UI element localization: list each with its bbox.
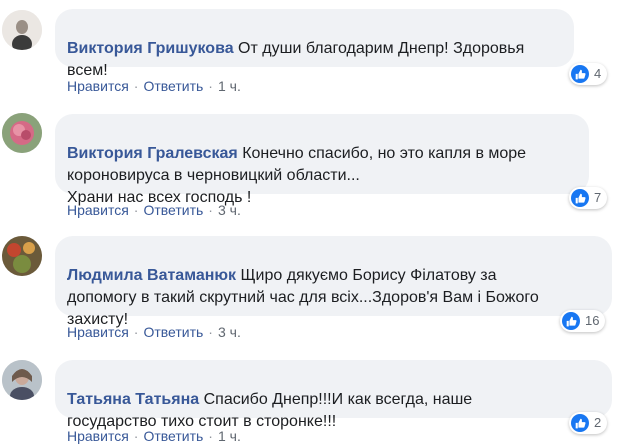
reply-link[interactable]: Ответить xyxy=(143,78,203,94)
separator: · xyxy=(133,202,139,218)
comment-time[interactable]: 1 ч. xyxy=(218,428,241,444)
like-reaction-icon xyxy=(571,65,589,83)
comment-bubble: Людмила Ватаманюк Щиро дякуємо Борису Фі… xyxy=(55,236,612,328)
avatar-photo-icon xyxy=(2,113,42,153)
reaction-count[interactable]: 2 xyxy=(569,412,608,434)
comment-actions: Нравится · Ответить · 3 ч. xyxy=(67,323,241,341)
comment-author[interactable]: Виктория Гришукова xyxy=(67,40,234,57)
comment-time[interactable]: 1 ч. xyxy=(218,78,241,94)
avatar[interactable] xyxy=(2,113,42,153)
avatar-photo-icon xyxy=(2,236,42,276)
avatar[interactable] xyxy=(2,10,42,50)
separator: · xyxy=(208,324,213,340)
comment-time[interactable]: 3 ч. xyxy=(218,202,241,218)
comment-actions: Нравится · Ответить · 1 ч. xyxy=(67,427,241,445)
comment-bubble: Виктория Гралевская Конечно спасибо, но … xyxy=(55,114,589,206)
like-link[interactable]: Нравится xyxy=(67,202,129,218)
avatar-photo-icon xyxy=(2,10,42,50)
comment-author[interactable]: Виктория Гралевская xyxy=(67,145,238,162)
like-link[interactable]: Нравится xyxy=(67,428,129,444)
separator: · xyxy=(133,78,139,94)
reaction-number: 7 xyxy=(594,190,602,205)
comment-bubble: Татьяна Татьяна Спасибо Днепр!!!И как вс… xyxy=(55,360,612,430)
separator: · xyxy=(208,78,213,94)
reply-link[interactable]: Ответить xyxy=(143,428,203,444)
comment-author[interactable]: Татьяна Татьяна xyxy=(67,391,199,408)
avatar[interactable] xyxy=(2,360,42,400)
comment-actions: Нравится · Ответить · 1 ч. xyxy=(67,77,241,95)
reply-link[interactable]: Ответить xyxy=(143,324,203,340)
reaction-count[interactable]: 4 xyxy=(569,63,608,85)
reaction-number: 16 xyxy=(585,313,600,328)
separator: · xyxy=(208,428,213,444)
separator: · xyxy=(208,202,213,218)
comment-time[interactable]: 3 ч. xyxy=(218,324,241,340)
reaction-number: 2 xyxy=(594,415,602,430)
reaction-number: 4 xyxy=(594,66,602,81)
reaction-count[interactable]: 7 xyxy=(569,187,608,209)
like-link[interactable]: Нравится xyxy=(67,78,129,94)
avatar-photo-icon xyxy=(2,360,42,400)
avatar[interactable] xyxy=(2,236,42,276)
like-reaction-icon xyxy=(571,414,589,432)
like-link[interactable]: Нравится xyxy=(67,324,129,340)
comment-author[interactable]: Людмила Ватаманюк xyxy=(67,267,236,284)
comment-bubble: Виктория Гришукова От души благодарим Дн… xyxy=(55,9,574,79)
like-reaction-icon xyxy=(562,312,580,330)
separator: · xyxy=(133,324,139,340)
reply-link[interactable]: Ответить xyxy=(143,202,203,218)
like-reaction-icon xyxy=(571,189,589,207)
comment-actions: Нравится · Ответить · 3 ч. xyxy=(67,201,241,219)
reaction-count[interactable]: 16 xyxy=(560,310,606,332)
separator: · xyxy=(133,428,139,444)
